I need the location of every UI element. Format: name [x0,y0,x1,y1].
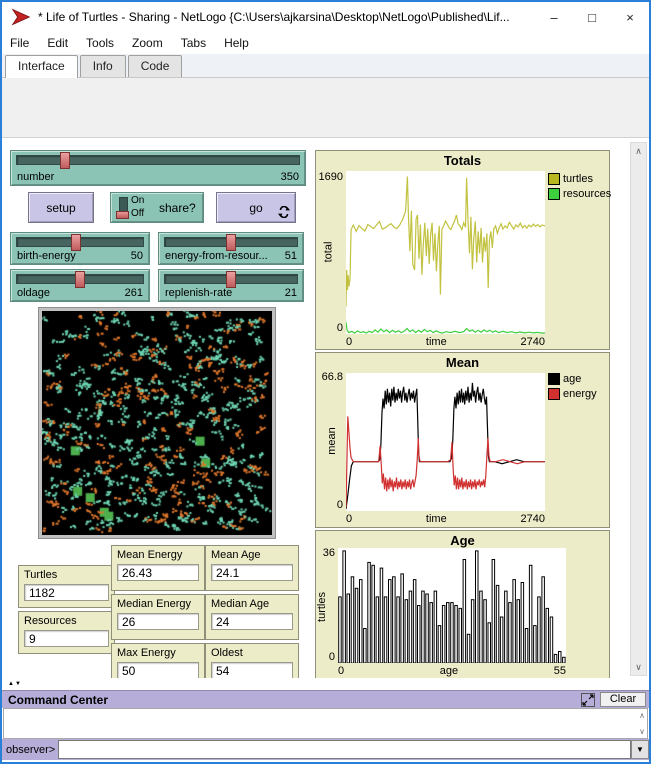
plot-totals: Totals 1690 0 total 0 time 2740 turtles … [315,150,610,350]
y-axis-label: turtles [316,592,328,622]
command-center-header: Command Center Clear [2,690,649,708]
minimize-button[interactable]: – [535,2,573,32]
scroll-up-icon[interactable]: ∧ [631,143,646,159]
y-axis-min: 0 [316,651,335,663]
slider-handle[interactable] [71,234,81,251]
plot-legend: turtles resources [548,173,611,200]
command-input-row: observer> ▼ [2,739,649,760]
legend-swatch-age [548,373,560,385]
y-axis-max: 1690 [316,171,343,183]
netlogo-logo-icon [10,7,32,27]
switch-knob[interactable] [116,211,129,219]
slider-handle[interactable] [226,271,236,288]
tab-info[interactable]: Info [80,55,126,77]
plot-legend: age energy [548,373,597,400]
slider-energy-from-resources[interactable]: energy-from-resour...51 [158,232,304,265]
menu-bar: File Edit Tools Zoom Tabs Help [2,32,649,54]
legend-swatch-resources [548,188,560,200]
x-axis: 0 age 55 [338,665,566,677]
y-axis-max: 36 [316,547,335,559]
x-axis: 0 time 2740 [346,513,545,525]
switch-label: share? [159,201,196,215]
plot-canvas [346,171,545,334]
tab-interface[interactable]: Interface [5,55,78,78]
menu-tabs[interactable]: Tabs [181,36,206,50]
slider-oldage[interactable]: oldage261 [10,269,150,302]
share-switch[interactable]: On Off share? [110,192,204,223]
slider-track [164,237,298,247]
menu-edit[interactable]: Edit [47,36,68,50]
world-view[interactable] [38,307,276,539]
netlogo-window: * Life of Turtles - Sharing - NetLogo {C… [0,0,651,764]
vertical-scrollbar[interactable]: ∧ ∨ [630,142,647,676]
history-dropdown-button[interactable]: ▼ [631,740,649,759]
slider-handle[interactable] [75,271,85,288]
plot-title: Age [316,533,609,548]
setup-button[interactable]: setup [28,192,94,223]
maximize-button[interactable]: □ [573,2,611,32]
x-axis: 0 time 2740 [346,336,545,348]
switch-on-label: On [131,194,144,207]
slider-track [16,155,300,165]
window-title: * Life of Turtles - Sharing - NetLogo {C… [38,10,535,24]
menu-tools[interactable]: Tools [86,36,114,50]
monitor-turtles: Turtles1182 [18,565,115,608]
y-axis-label: total [322,242,334,263]
slider-birth-energy[interactable]: birth-energy50 [10,232,150,265]
expand-icon[interactable] [581,693,595,707]
world-view-canvas[interactable] [42,311,272,535]
plot-title: Totals [316,153,609,168]
legend-swatch-energy [548,388,560,400]
monitor-mean-age: Mean Age24.1 [205,545,299,591]
legend-swatch-turtles [548,173,560,185]
y-axis-label: mean [326,427,338,455]
monitor-resources: Resources9 [18,611,115,654]
interface-canvas: number350 setup On Off share? go birth-e… [2,138,649,678]
plot-mean: Mean 66.8 0 mean 0 time 2740 age energy [315,352,610,528]
slider-track [164,274,298,284]
menu-help[interactable]: Help [224,36,249,50]
scroll-down-icon[interactable]: ∨ [639,727,645,736]
switch-off-label: Off [131,207,144,220]
slider-track [16,237,144,247]
plot-age: Age 36 0 turtles 0 age 55 [315,530,610,682]
y-axis-min: 0 [316,499,343,511]
slider-handle[interactable] [226,234,236,251]
y-axis-min: 0 [316,322,343,334]
interface-toolbar: Edit Delete + Add abc Button ▼ normal sp… [2,78,649,138]
slider-number[interactable]: number350 [10,150,306,186]
forever-icon [278,206,290,218]
close-button[interactable]: × [611,2,649,32]
clear-button[interactable]: Clear [600,692,646,707]
slider-track [16,274,144,284]
slider-handle[interactable] [60,152,70,169]
plot-title: Mean [316,355,609,370]
command-center-output[interactable]: ∧ ∨ [3,708,648,739]
monitor-median-energy: Median Energy26 [111,594,205,640]
scroll-down-icon[interactable]: ∨ [631,659,646,675]
go-button[interactable]: go [216,192,296,223]
title-bar: * Life of Turtles - Sharing - NetLogo {C… [2,2,649,32]
slider-replenish-rate[interactable]: replenish-rate21 [158,269,304,302]
splitter-arrows-icon[interactable]: ▲▼ [8,681,22,687]
observer-prompt: observer> [2,744,58,756]
monitor-mean-energy: Mean Energy26.43 [111,545,205,591]
tab-code[interactable]: Code [128,55,183,77]
y-axis-max: 66.8 [316,371,343,383]
plot-canvas [346,373,545,511]
menu-file[interactable]: File [10,36,29,50]
menu-zoom[interactable]: Zoom [132,36,163,50]
monitor-median-age: Median Age24 [205,594,299,640]
command-center-splitter[interactable]: ▲▼ [2,678,649,690]
command-input[interactable] [58,740,631,759]
plot-canvas [338,548,566,663]
scroll-up-icon[interactable]: ∧ [639,711,645,720]
tab-bar: Interface Info Code [2,54,649,78]
